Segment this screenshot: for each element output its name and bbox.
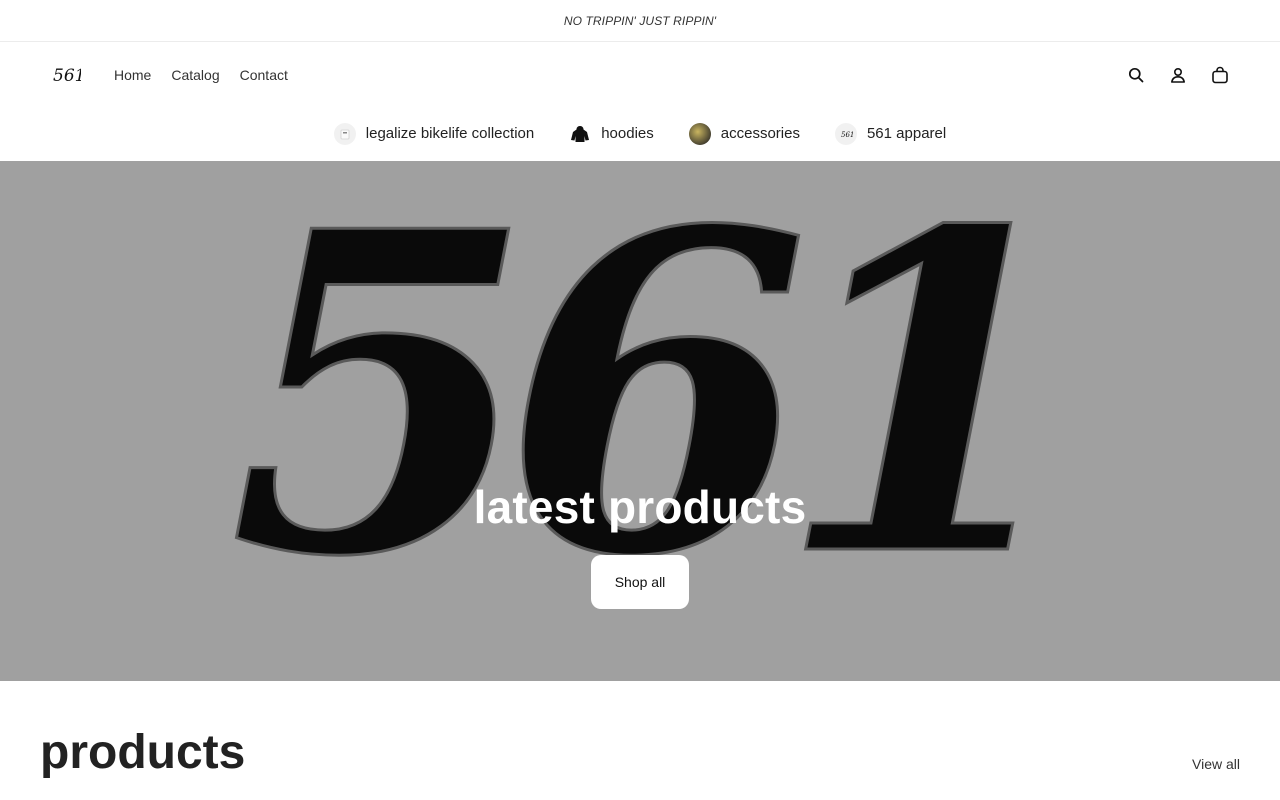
logo-thumbnail: 561 xyxy=(834,122,857,145)
announcement-bar: NO TRIPPIN' JUST RIPPIN' xyxy=(0,0,1280,42)
hero-title: latest products xyxy=(473,481,807,533)
account-icon[interactable] xyxy=(1166,63,1190,87)
collections-nav: legalize bikelife collection hoodies acc… xyxy=(0,108,1280,161)
accessory-thumbnail xyxy=(688,122,711,145)
main-nav: Home Catalog Contact xyxy=(114,67,288,83)
header-icons xyxy=(1124,63,1232,87)
collection-label: accessories xyxy=(720,125,800,142)
search-icon[interactable] xyxy=(1124,63,1148,87)
svg-text:561: 561 xyxy=(841,131,853,139)
collection-legalize-bikelife[interactable]: legalize bikelife collection xyxy=(333,122,535,145)
svg-text:561: 561 xyxy=(53,66,81,86)
collection-561-apparel[interactable]: 561 561 apparel xyxy=(834,122,947,145)
collection-label: hoodies xyxy=(601,125,654,142)
hero-banner: 561 latest products Shop all xyxy=(0,161,1280,681)
announcement-text: NO TRIPPIN' JUST RIPPIN' xyxy=(563,13,717,28)
view-all-link[interactable]: View all xyxy=(1192,756,1240,772)
nav-home-link[interactable]: Home xyxy=(114,67,151,83)
nav-contact-link[interactable]: Contact xyxy=(240,67,288,83)
store-logo[interactable]: 561 xyxy=(53,63,81,87)
tee-thumbnail xyxy=(333,122,356,145)
cart-icon[interactable] xyxy=(1208,63,1232,87)
shop-all-button[interactable]: Shop all xyxy=(591,555,689,609)
collection-label: legalize bikelife collection xyxy=(365,125,535,142)
hoodie-thumbnail xyxy=(569,122,592,145)
section-title: products xyxy=(40,726,246,779)
collection-label: 561 apparel xyxy=(866,125,947,142)
nav-catalog-link[interactable]: Catalog xyxy=(171,67,219,83)
hero-content: latest products Shop all xyxy=(0,479,1280,609)
collection-accessories[interactable]: accessories xyxy=(688,122,800,145)
products-section: products View all xyxy=(0,681,1280,799)
site-header: 561 Home Catalog Contact xyxy=(0,42,1280,108)
collection-hoodies[interactable]: hoodies xyxy=(569,122,654,145)
store-logo-mark: 561 xyxy=(53,66,81,86)
